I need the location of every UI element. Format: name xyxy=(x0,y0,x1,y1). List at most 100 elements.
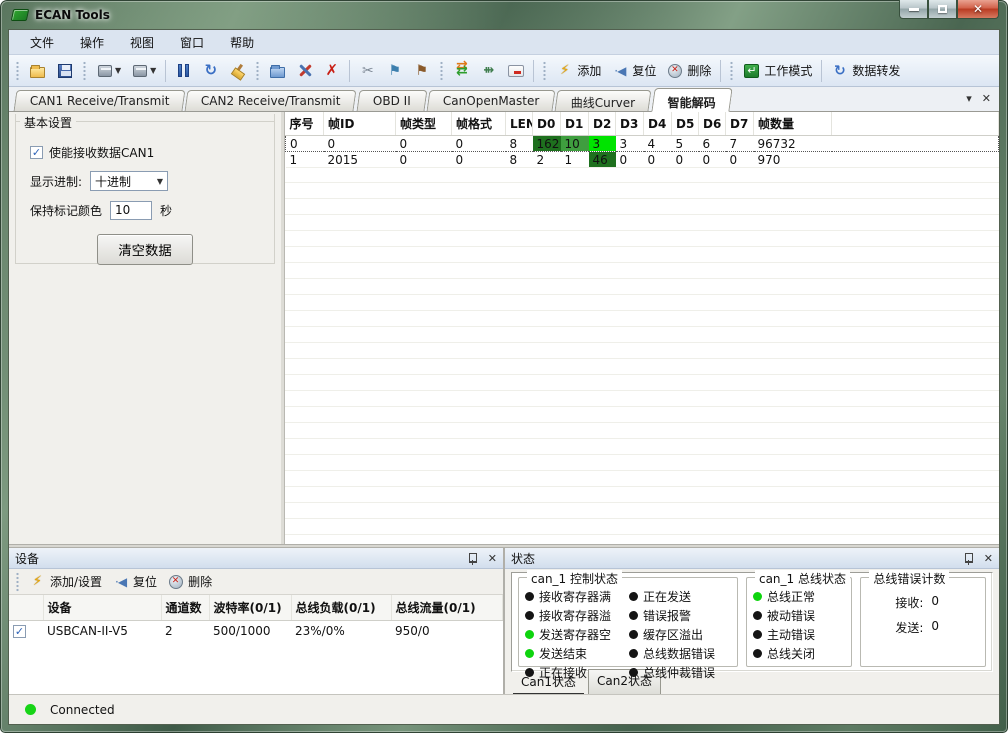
basic-settings-group: 基本设置 ✓ 使能接收数据CAN1 显示进制: 十进制 ▼ 保持标记颜色 xyxy=(15,114,275,264)
device-table-header[interactable]: 设备 通道数 波特率(0/1) 总线负载(0/1) 总线流量(0/1) xyxy=(9,595,503,621)
status-lamp-item: 接收寄存器溢 xyxy=(525,607,627,624)
tab-list-dropdown-icon[interactable]: ▾ xyxy=(966,92,972,105)
swap-channels-button[interactable]: ⇄ xyxy=(449,59,474,82)
flag-brown-icon: ⚑ xyxy=(413,62,430,79)
tab-curver[interactable]: 曲线Curver xyxy=(555,90,652,111)
device-row[interactable]: ✓ USBCAN-II-V5 2 500/1000 23%/0% 950/0 xyxy=(9,621,503,642)
device-connect-button[interactable]: ▼ xyxy=(92,59,125,82)
add-frame-button[interactable]: ⚡添加 xyxy=(552,59,605,82)
grid-lines xyxy=(285,167,999,544)
broom-icon xyxy=(229,62,246,79)
status-lamp-item: 正在接收 xyxy=(525,664,627,681)
tx-count-label: 发送: xyxy=(871,619,923,636)
data-cell-highlighted: 162 xyxy=(533,136,561,152)
control-status-group: can_1 控制状态 接收寄存器满接收寄存器溢发送寄存器空发送结束正在接收 正在… xyxy=(518,577,738,667)
edit-frame-button[interactable] xyxy=(265,59,290,82)
delete-button[interactable]: ✕删除 xyxy=(662,59,715,82)
device-scan-button[interactable]: ▼ xyxy=(127,59,160,82)
run-flag-button[interactable]: ⚑ xyxy=(382,59,407,82)
menu-help[interactable]: 帮助 xyxy=(217,30,267,55)
menu-file[interactable]: 文件 xyxy=(17,30,67,55)
reset-button[interactable]: 复位 xyxy=(607,59,660,82)
tab-can2-receive-transmit[interactable]: CAN2 Receive/Transmit xyxy=(185,90,357,111)
radix-label: 显示进制: xyxy=(30,173,82,190)
usb-button[interactable]: ⇻ xyxy=(476,59,501,82)
keep-color-input[interactable]: 10 xyxy=(110,201,152,220)
data-cell-highlighted: 3 xyxy=(589,136,616,152)
main-toolbar: ▼ ▼ ↻ ✗ ✂ ⚑ ⚑ ⇄ ⇻ ⚡添加 复位 ✕删除 ↵工作模式 xyxy=(9,55,999,87)
connection-status-text: Connected xyxy=(50,703,115,717)
pin-icon[interactable] xyxy=(467,552,478,565)
refresh-icon: ↻ xyxy=(202,62,219,79)
radix-select[interactable]: 十进制 ▼ xyxy=(90,171,168,191)
pin-icon[interactable] xyxy=(963,552,974,565)
window-title: ECAN Tools xyxy=(35,8,110,22)
cut-button[interactable]: ✂ xyxy=(355,59,380,82)
clear-screen-button[interactable] xyxy=(225,59,250,82)
tab-can1-receive-transmit[interactable]: CAN1 Receive/Transmit xyxy=(14,90,186,111)
device-load: 23%/0% xyxy=(291,621,391,642)
status-dot-icon xyxy=(753,649,762,658)
data-cell-highlighted: 10 xyxy=(561,136,589,152)
tab-obd2[interactable]: OBD II xyxy=(356,90,427,111)
refresh-button[interactable]: ↻ xyxy=(198,59,223,82)
toolbar-separator xyxy=(821,60,822,82)
device-toolbar: ⚡添加/设置 复位 ✕删除 xyxy=(9,569,503,595)
status-lamp-item: 主动错误 xyxy=(753,626,845,643)
hide-window-icon xyxy=(507,62,524,79)
device-reset-button[interactable]: 复位 xyxy=(108,570,161,593)
frame-table-area: 序号帧ID 帧类型帧格式 LEND0 D1D2 D3D4 D5D6 D7帧数量 … xyxy=(285,112,999,544)
data-cell-highlighted: 46 xyxy=(589,152,616,168)
tools-button[interactable] xyxy=(292,59,317,82)
status-lamp-item: 总线关闭 xyxy=(753,645,845,662)
status-dot-icon xyxy=(629,630,638,639)
mark-flag-button[interactable]: ⚑ xyxy=(409,59,434,82)
error-counter-group: 总线错误计数 接收:0 发送:0 xyxy=(860,577,986,667)
status-dot-icon xyxy=(753,592,762,601)
restore-button[interactable] xyxy=(928,0,957,19)
minimize-button[interactable] xyxy=(899,0,928,19)
title-bar[interactable]: ECAN Tools ✕ xyxy=(0,0,1008,29)
close-button[interactable]: ✕ xyxy=(957,0,999,19)
enable-receive-checkbox[interactable]: ✓ xyxy=(30,146,43,159)
pause-button[interactable] xyxy=(171,59,196,82)
device-add-setup-button[interactable]: ⚡添加/设置 xyxy=(25,570,106,593)
close-icon[interactable]: ✕ xyxy=(984,552,993,565)
status-panel-title: 状态 xyxy=(511,550,963,567)
table-row[interactable]: 00 00 8 162 10 3 34 56 796732 xyxy=(286,136,999,152)
tab-smart-decode[interactable]: 智能解码 xyxy=(651,88,732,112)
status-dot-icon xyxy=(629,668,638,677)
lightning-icon: ⚡ xyxy=(29,573,46,590)
frame-table-header[interactable]: 序号帧ID 帧类型帧格式 LEND0 D1D2 D3D4 D5D6 D7帧数量 xyxy=(286,112,999,136)
hide-window-button[interactable] xyxy=(503,59,528,82)
toolbar-separator xyxy=(533,60,534,82)
tab-canopenmaster[interactable]: CanOpenMaster xyxy=(426,90,555,111)
device-enable-checkbox[interactable]: ✓ xyxy=(13,625,26,638)
group-title: 基本设置 xyxy=(20,114,76,131)
open-file-button[interactable] xyxy=(25,59,50,82)
table-row[interactable]: 12015 00 82 1 46 00 00 0970 xyxy=(286,152,999,168)
app-logo-icon xyxy=(11,9,30,21)
toolbar-grip xyxy=(15,61,20,81)
save-file-button[interactable] xyxy=(52,59,77,82)
forward-arrows-icon: ↻ xyxy=(831,62,848,79)
menu-view[interactable]: 视图 xyxy=(117,30,167,55)
close-icon[interactable]: ✕ xyxy=(488,552,497,565)
remove-button[interactable]: ✗ xyxy=(319,59,344,82)
clear-data-button[interactable]: 清空数据 xyxy=(97,234,192,265)
rx-count-label: 接收: xyxy=(871,594,923,611)
device-baud: 500/1000 xyxy=(209,621,291,642)
device-delete-button[interactable]: ✕删除 xyxy=(163,570,216,593)
status-dot-icon xyxy=(629,611,638,620)
work-mode-button[interactable]: ↵工作模式 xyxy=(739,59,816,82)
chevron-down-icon: ▼ xyxy=(150,66,156,75)
frame-table: 序号帧ID 帧类型帧格式 LEND0 D1D2 D3D4 D5D6 D7帧数量 … xyxy=(285,112,999,168)
menu-operate[interactable]: 操作 xyxy=(67,30,117,55)
data-forward-button[interactable]: ↻数据转发 xyxy=(827,59,904,82)
swap-arrows-icon: ⇄ xyxy=(453,62,470,79)
tab-close-icon[interactable]: ✕ xyxy=(982,92,991,105)
menu-window[interactable]: 窗口 xyxy=(167,30,217,55)
status-body: can_1 控制状态 接收寄存器满接收寄存器溢发送寄存器空发送结束正在接收 正在… xyxy=(511,572,993,672)
device-channels: 2 xyxy=(161,621,209,642)
connection-dot-icon xyxy=(25,704,36,715)
